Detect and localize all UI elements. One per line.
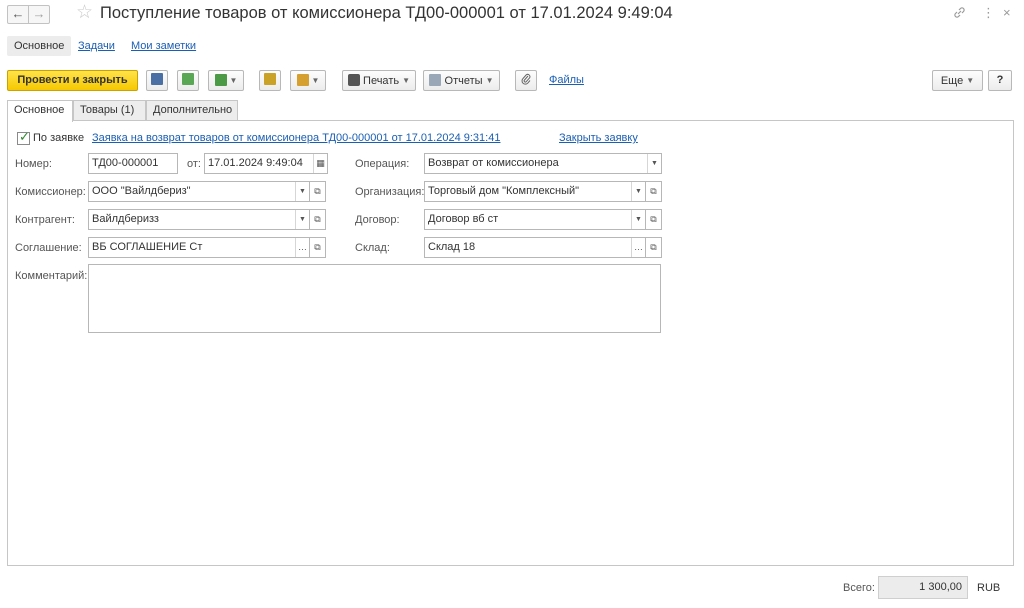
print-button[interactable]: Печать ▼ — [342, 70, 416, 91]
toolbar: Провести и закрыть ▼ ▼ Печать ▼ Отчеты ▼ Ф… — [0, 70, 1024, 92]
more-button[interactable]: Еще ▼ — [932, 70, 983, 91]
date-value: 17.01.2024 9:49:04 — [208, 157, 303, 169]
menu-icon[interactable]: ⋮ — [982, 5, 995, 21]
chevron-down-icon[interactable]: ▼ — [647, 154, 661, 173]
total-label: Всего: — [843, 582, 875, 594]
comment-textarea[interactable] — [88, 264, 661, 333]
subnav-tasks[interactable]: Задачи — [78, 36, 115, 56]
document-list-button[interactable] — [259, 70, 281, 91]
number-field[interactable]: ТД00-000001 — [88, 153, 178, 174]
contract-label: Договор: — [355, 214, 400, 226]
warehouse-field[interactable]: Склад 18 … — [424, 237, 646, 258]
agreement-field[interactable]: ВБ СОГЛАШЕНИЕ Ст … — [88, 237, 310, 258]
request-link[interactable]: Заявка на возврат товаров от комиссионер… — [92, 132, 500, 144]
by-request-checkbox[interactable]: ✓ — [17, 129, 30, 145]
chevron-down-icon[interactable]: ▼ — [631, 210, 645, 229]
operation-value: Возврат от комиссионера — [428, 157, 559, 169]
warehouse-label: Склад: — [355, 242, 390, 254]
warehouse-value: Склад 18 — [428, 241, 476, 253]
operation-label: Операция: — [355, 158, 410, 170]
subnav-main[interactable]: Основное — [7, 36, 72, 56]
save-button[interactable] — [146, 70, 168, 91]
chevron-down-icon: ▼ — [485, 76, 494, 85]
open-warehouse-button[interactable]: ⧉ — [645, 237, 662, 258]
contract-field[interactable]: Договор вб ст ▼ — [424, 209, 646, 230]
commissioner-value: ООО "Вайлдбериз" — [92, 185, 191, 197]
subnav-notes[interactable]: Мои заметки — [131, 36, 196, 56]
contract-value: Договор вб ст — [428, 213, 499, 225]
counterparty-field[interactable]: Вайлдберизз ▼ — [88, 209, 310, 230]
list-icon — [264, 73, 276, 85]
tab-additional[interactable]: Дополнительно — [146, 100, 238, 121]
tab-goods[interactable]: Товары (1) — [73, 100, 146, 121]
save-icon — [151, 73, 163, 85]
agreement-value: ВБ СОГЛАШЕНИЕ Ст — [92, 241, 203, 253]
agreement-label: Соглашение: — [15, 242, 82, 254]
create-based-on-button[interactable]: ▼ — [208, 70, 244, 91]
title-bar: ← → ☆ Поступление товаров от комиссионер… — [0, 0, 1024, 30]
organization-value: Торговый дом "Комплексный" — [428, 185, 580, 197]
page-title: Поступление товаров от комиссионера ТД00… — [100, 4, 673, 22]
operation-select[interactable]: Возврат от комиссионера ▼ — [424, 153, 662, 174]
tab-main[interactable]: Основное — [7, 100, 73, 122]
number-label: Номер: — [15, 158, 52, 170]
post-document-icon — [182, 73, 194, 85]
post-and-close-button[interactable]: Провести и закрыть — [7, 70, 138, 91]
chevron-down-icon[interactable]: ▼ — [295, 182, 309, 201]
currency-label: RUB — [977, 582, 1001, 594]
checkmark-icon: ✓ — [19, 129, 30, 144]
date-label: от: — [187, 158, 201, 170]
report-icon — [429, 74, 442, 86]
date-field[interactable]: 17.01.2024 9:49:04 ▦ — [204, 153, 328, 174]
total-value: 1 300,00 — [878, 576, 968, 599]
open-counterparty-button[interactable]: ⧉ — [309, 209, 326, 230]
chevron-down-icon: ▼ — [229, 76, 238, 85]
back-arrow-icon[interactable]: ← — [7, 5, 29, 24]
organization-label: Организация: — [355, 186, 425, 198]
related-documents-button[interactable]: ▼ — [290, 70, 326, 91]
more-label: Еще — [940, 75, 964, 87]
create-based-on-icon — [214, 74, 227, 86]
forward-arrow-icon[interactable]: → — [28, 5, 50, 24]
post-button[interactable] — [177, 70, 199, 91]
chevron-down-icon: ▼ — [966, 76, 975, 85]
reports-button[interactable]: Отчеты ▼ — [423, 70, 500, 91]
main-panel: ✓ По заявке Заявка на возврат товаров от… — [7, 120, 1014, 566]
attach-button[interactable] — [515, 70, 537, 91]
reports-label: Отчеты — [444, 75, 483, 87]
counterparty-value: Вайлдберизз — [92, 213, 159, 225]
open-agreement-button[interactable]: ⧉ — [309, 237, 326, 258]
chevron-down-icon: ▼ — [402, 76, 411, 85]
commissioner-field[interactable]: ООО "Вайлдбериз" ▼ — [88, 181, 310, 202]
commissioner-label: Комиссионер: — [15, 186, 86, 198]
related-documents-icon — [296, 74, 309, 86]
favorite-star-icon[interactable]: ☆ — [76, 3, 93, 23]
calendar-icon[interactable]: ▦ — [313, 154, 327, 173]
select-ellipsis-icon[interactable]: … — [295, 238, 309, 257]
link-icon[interactable] — [953, 6, 966, 22]
printer-icon — [347, 74, 360, 86]
open-commissioner-button[interactable]: ⧉ — [309, 181, 326, 202]
select-ellipsis-icon[interactable]: … — [631, 238, 645, 257]
files-link[interactable]: Файлы — [549, 74, 584, 86]
comment-label: Комментарий: — [15, 270, 88, 282]
open-organization-button[interactable]: ⧉ — [645, 181, 662, 202]
chevron-down-icon[interactable]: ▼ — [631, 182, 645, 201]
help-button[interactable]: ? — [988, 70, 1012, 91]
chevron-down-icon[interactable]: ▼ — [295, 210, 309, 229]
counterparty-label: Контрагент: — [15, 214, 75, 226]
close-request-link[interactable]: Закрыть заявку — [559, 132, 638, 144]
paperclip-icon — [521, 73, 530, 85]
open-contract-button[interactable]: ⧉ — [645, 209, 662, 230]
organization-field[interactable]: Торговый дом "Комплексный" ▼ — [424, 181, 646, 202]
close-icon[interactable]: × — [1003, 5, 1011, 20]
by-request-label: По заявке — [33, 132, 85, 144]
print-label: Печать — [363, 75, 400, 87]
chevron-down-icon: ▼ — [311, 76, 320, 85]
